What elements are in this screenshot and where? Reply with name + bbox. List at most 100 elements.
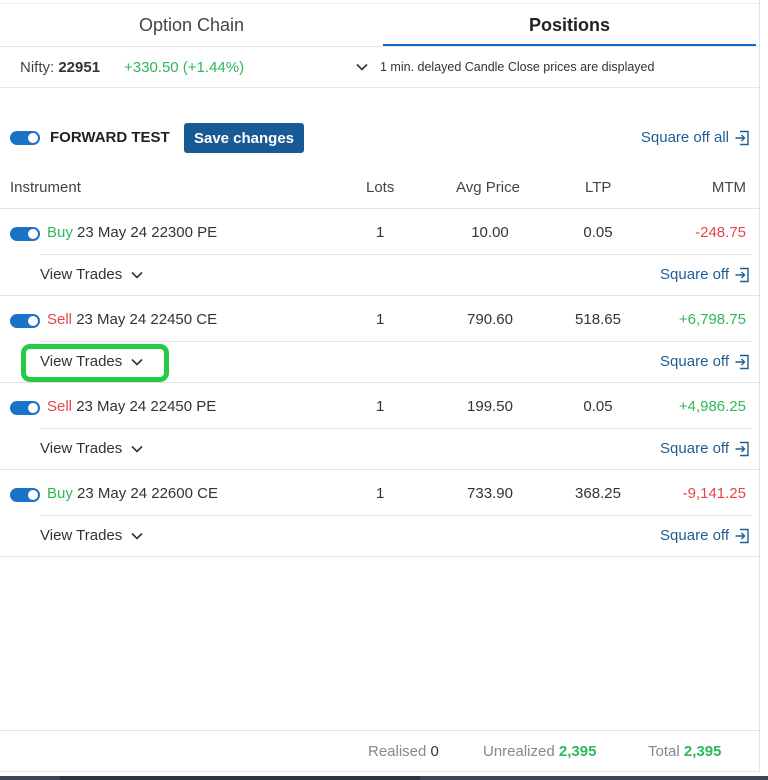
ltp-cell: 0.05 bbox=[583, 224, 613, 241]
chevron-down-icon bbox=[130, 529, 144, 543]
exit-icon bbox=[734, 267, 750, 283]
header-avg-price: Avg Price bbox=[456, 179, 520, 196]
row-actions: View Trades Square off bbox=[0, 342, 760, 382]
ticker-price: 22951 bbox=[58, 59, 101, 76]
avg-price-cell: 10.00 bbox=[471, 224, 509, 241]
tab-option-chain[interactable]: Option Chain bbox=[0, 0, 383, 46]
realised-value: 0 bbox=[430, 743, 439, 760]
row-actions: View Trades Square off bbox=[0, 255, 760, 295]
unrealized-label: Unrealized bbox=[483, 743, 555, 760]
header-mtm: MTM bbox=[711, 179, 746, 196]
square-off-label: Square off bbox=[660, 353, 729, 370]
instrument-cell: Sell 23 May 24 22450 PE bbox=[47, 398, 216, 415]
view-trades-button[interactable]: View Trades bbox=[40, 527, 144, 544]
delay-note: 1 min. delayed Candle Close prices are d… bbox=[380, 60, 655, 74]
exit-icon bbox=[734, 441, 750, 457]
ticker-symbol-label: Nifty: bbox=[20, 59, 55, 76]
total-summary: Total 2,395 bbox=[648, 743, 721, 760]
taskbar-strip bbox=[0, 776, 768, 780]
realised-summary: Realised 0 bbox=[368, 743, 439, 760]
header-instrument: Instrument bbox=[10, 179, 81, 196]
row-actions: View Trades Square off bbox=[0, 429, 760, 469]
ltp-cell: 368.25 bbox=[575, 485, 621, 502]
instrument-name: 23 May 24 22300 PE bbox=[77, 224, 218, 241]
mtm-cell: +6,798.75 bbox=[678, 311, 746, 328]
instrument-cell: Sell 23 May 24 22450 CE bbox=[47, 311, 217, 328]
row-toggle[interactable] bbox=[10, 488, 40, 502]
chevron-down-icon bbox=[130, 355, 144, 369]
row-group-divider bbox=[0, 295, 759, 296]
row-toggle[interactable] bbox=[10, 401, 40, 415]
row-actions: View Trades Square off bbox=[0, 516, 760, 556]
ticker-symbol: Nifty: 22951 bbox=[20, 59, 100, 76]
avg-price-cell: 733.90 bbox=[467, 485, 513, 502]
taskbar-segment bbox=[0, 776, 60, 780]
view-trades-label: View Trades bbox=[40, 440, 123, 457]
table-row: Sell 23 May 24 22450 CE 1 790.60 518.65 … bbox=[0, 297, 760, 342]
square-off-label: Square off bbox=[660, 440, 729, 457]
square-off-label: Square off bbox=[660, 527, 729, 544]
header-lots: Lots bbox=[366, 179, 395, 196]
side-label: Sell bbox=[47, 398, 73, 415]
square-off-label: Square off bbox=[660, 266, 729, 283]
forward-test-toggle[interactable] bbox=[10, 131, 40, 145]
side-label: Sell bbox=[47, 311, 73, 328]
view-trades-button[interactable]: View Trades bbox=[40, 440, 144, 457]
control-bar: FORWARD TEST Save changes Square off all bbox=[0, 120, 760, 156]
header-ltp: LTP bbox=[585, 179, 612, 196]
table-header: Instrument Lots Avg Price LTP MTM bbox=[0, 166, 760, 209]
view-trades-label: View Trades bbox=[40, 527, 123, 544]
mtm-cell: +4,986.25 bbox=[678, 398, 746, 415]
total-value: 2,395 bbox=[683, 743, 722, 760]
tab-positions[interactable]: Positions bbox=[383, 0, 756, 46]
tab-bar: Option Chain Positions bbox=[0, 0, 760, 46]
square-off-button[interactable]: Square off bbox=[660, 440, 750, 457]
table-row: Buy 23 May 24 22300 PE 1 10.00 0.05 -248… bbox=[0, 210, 760, 255]
lots-cell: 1 bbox=[376, 398, 385, 415]
instrument-name: 23 May 24 22450 PE bbox=[76, 398, 217, 415]
exit-icon bbox=[734, 130, 750, 146]
instrument-cell: Buy 23 May 24 22300 PE bbox=[47, 224, 217, 241]
total-label: Total bbox=[648, 743, 680, 760]
positions-panel: Option Chain Positions Nifty: 22951 +330… bbox=[0, 0, 760, 772]
mtm-cell: -9,141.25 bbox=[682, 485, 746, 502]
row-group-divider bbox=[0, 556, 759, 557]
side-label: Buy bbox=[47, 485, 73, 502]
lots-cell: 1 bbox=[376, 224, 385, 241]
ticker-bar: Nifty: 22951 +330.50 (+1.44%) 1 min. del… bbox=[0, 46, 760, 88]
ticker-change: +330.50 (+1.44%) bbox=[124, 59, 245, 76]
chevron-down-icon[interactable] bbox=[354, 59, 370, 75]
save-changes-button[interactable]: Save changes bbox=[184, 123, 304, 153]
exit-icon bbox=[734, 354, 750, 370]
square-off-button[interactable]: Square off bbox=[660, 527, 750, 544]
lots-cell: 1 bbox=[376, 485, 385, 502]
unrealized-value: 2,395 bbox=[558, 743, 597, 760]
square-off-button[interactable]: Square off bbox=[660, 353, 750, 370]
exit-icon bbox=[734, 528, 750, 544]
row-group-divider bbox=[0, 382, 759, 383]
view-trades-label: View Trades bbox=[40, 353, 123, 370]
view-trades-label: View Trades bbox=[40, 266, 123, 283]
square-off-all-label: Square off all bbox=[640, 129, 729, 146]
unrealized-summary: Unrealized 2,395 bbox=[483, 743, 596, 760]
mtm-cell: -248.75 bbox=[695, 224, 746, 241]
side-label: Buy bbox=[47, 224, 73, 241]
summary-footer: Realised 0 Unrealized 2,395 Total 2,395 bbox=[0, 730, 760, 772]
taskbar-segment bbox=[420, 776, 768, 780]
row-toggle[interactable] bbox=[10, 227, 40, 241]
view-trades-button[interactable]: View Trades bbox=[40, 353, 144, 370]
chevron-down-icon bbox=[130, 268, 144, 282]
square-off-all-button[interactable]: Square off all bbox=[641, 129, 750, 146]
chevron-down-icon bbox=[130, 442, 144, 456]
square-off-button[interactable]: Square off bbox=[660, 266, 750, 283]
table-row: Buy 23 May 24 22600 CE 1 733.90 368.25 -… bbox=[0, 471, 760, 516]
realised-label: Realised bbox=[368, 743, 427, 760]
lots-cell: 1 bbox=[376, 311, 385, 328]
ltp-cell: 518.65 bbox=[575, 311, 621, 328]
row-toggle[interactable] bbox=[10, 314, 40, 328]
row-group-divider bbox=[0, 469, 759, 470]
instrument-name: 23 May 24 22450 CE bbox=[76, 311, 218, 328]
avg-price-cell: 199.50 bbox=[467, 398, 513, 415]
instrument-cell: Buy 23 May 24 22600 CE bbox=[47, 485, 218, 502]
view-trades-button[interactable]: View Trades bbox=[40, 266, 144, 283]
